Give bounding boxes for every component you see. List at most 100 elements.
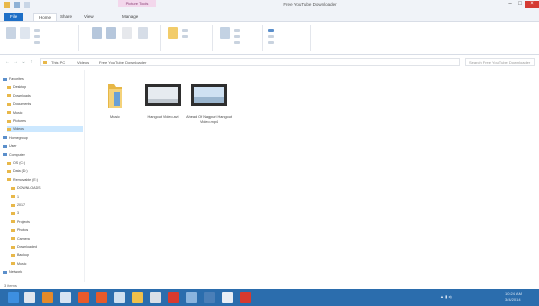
maximize-button[interactable]: □ (515, 1, 525, 8)
nav-item[interactable]: Favorites (3, 76, 83, 82)
group-separator (310, 25, 311, 51)
paste-shortcut-button[interactable] (34, 41, 40, 44)
app-icon[interactable] (42, 292, 53, 303)
nav-item-label: Pictures (13, 119, 26, 123)
nav-item[interactable]: 2017 (11, 202, 83, 208)
cut-button[interactable] (34, 29, 40, 32)
folder-icon (11, 211, 15, 215)
properties-icon[interactable] (14, 2, 20, 8)
ribbon (0, 21, 539, 55)
app-icon[interactable] (132, 292, 143, 303)
copy-path-button[interactable] (34, 35, 40, 38)
nav-item[interactable]: 3 (11, 210, 83, 216)
tab-view[interactable]: View (84, 13, 94, 21)
nav-item-label: Backup (17, 253, 29, 258)
breadcrumb-item[interactable]: This PC (51, 60, 65, 65)
new-folder-button[interactable] (168, 27, 178, 39)
folder-icon (11, 220, 15, 224)
start-icon[interactable] (8, 292, 19, 303)
nav-item-label: User (9, 144, 17, 149)
search-placeholder: Search Free YouTube Downloader (469, 60, 531, 65)
app-icon[interactable] (186, 292, 197, 303)
nav-item[interactable]: Data (D:) (7, 168, 83, 174)
folder-icon (3, 144, 7, 148)
nav-item[interactable]: Camera (11, 236, 83, 242)
nav-item[interactable]: Homegroup (3, 135, 83, 141)
nav-item[interactable]: 1 (11, 194, 83, 200)
nav-item[interactable]: Network (3, 269, 83, 275)
breadcrumb-item[interactable]: Free YouTube Downloader (99, 60, 146, 65)
breadcrumb-item[interactable]: Videos (77, 60, 89, 65)
nav-item[interactable]: Music (11, 261, 83, 267)
nav-item[interactable]: Projects (11, 219, 83, 225)
app-icon[interactable] (168, 292, 179, 303)
search-input[interactable]: Search Free YouTube Downloader (465, 58, 535, 66)
select-all-button[interactable] (268, 29, 274, 32)
app-icon[interactable] (96, 292, 107, 303)
nav-item[interactable]: Removable (E:) (7, 177, 83, 183)
app-icon[interactable] (204, 292, 215, 303)
paste-button[interactable] (20, 27, 30, 39)
nav-item-label: Videos (13, 127, 24, 132)
copy-to-button[interactable] (106, 27, 116, 39)
history-button[interactable] (234, 41, 240, 44)
nav-item[interactable]: User (3, 143, 83, 149)
tab-manage[interactable]: Manage (122, 13, 138, 21)
tab-home[interactable]: Home (33, 13, 58, 21)
address-row: ← → ⌄ ↑ This PC Videos Free YouTube Down… (0, 56, 539, 68)
address-bar[interactable]: This PC Videos Free YouTube Downloader (40, 58, 460, 66)
folder-tile[interactable]: Music (92, 80, 138, 120)
copy-button[interactable] (6, 27, 16, 39)
nav-item[interactable]: Pictures (7, 118, 83, 124)
new-folder-icon[interactable] (24, 2, 30, 8)
nav-item[interactable]: Music (7, 110, 83, 116)
properties-button[interactable] (220, 27, 230, 39)
video-tile[interactable]: Hangout Video.avi (140, 80, 186, 120)
nav-item[interactable]: Downloaded (11, 244, 83, 250)
context-tab-picture-tools[interactable]: Picture Tools (118, 0, 156, 7)
nav-item[interactable]: Photos (11, 227, 83, 233)
nav-item[interactable]: Desktop (7, 84, 83, 90)
nav-item[interactable]: Computer (3, 152, 83, 158)
new-item-button[interactable] (182, 29, 188, 32)
invert-selection-button[interactable] (268, 41, 274, 44)
delete-button[interactable] (122, 27, 132, 39)
close-button[interactable]: × (525, 1, 539, 8)
clock-date[interactable]: 3/4/2014 (505, 297, 521, 302)
folder-icon (7, 102, 11, 106)
select-none-button[interactable] (268, 35, 274, 38)
group-separator (160, 25, 161, 51)
folder-icon (7, 161, 11, 165)
nav-item[interactable]: OS (C:) (7, 160, 83, 166)
back-button[interactable]: ← (4, 59, 11, 65)
file-list: Music Hangout Video.avi Ahead Of Nagpuri… (86, 70, 539, 282)
nav-item[interactable]: DOWNLOADS (11, 185, 83, 191)
ie-icon[interactable] (24, 292, 35, 303)
app-icon[interactable] (240, 292, 251, 303)
edit-button[interactable] (234, 35, 240, 38)
open-button[interactable] (234, 29, 240, 32)
nav-item[interactable]: Downloads (7, 93, 83, 99)
rename-button[interactable] (138, 27, 148, 39)
tab-share[interactable]: Share (60, 13, 72, 21)
explorer-icon[interactable] (60, 292, 71, 303)
easy-access-button[interactable] (182, 35, 188, 38)
app-icon[interactable] (78, 292, 89, 303)
up-button[interactable]: ↑ (28, 59, 35, 65)
nav-item-label: Projects (17, 219, 30, 224)
nav-item[interactable]: Backup (11, 252, 83, 258)
forward-button[interactable]: → (12, 59, 19, 65)
video-tile[interactable]: Ahead Of Nagpuri Hangout Video.mp4 (186, 80, 232, 124)
clock-time[interactable]: 10:24 AM (505, 291, 522, 296)
nav-item[interactable]: Videos (7, 126, 83, 133)
tray-icons[interactable]: ▲ ▮ ◂) (440, 294, 452, 299)
app-icon[interactable] (114, 292, 125, 303)
app-icon[interactable] (150, 292, 161, 303)
app-icon[interactable] (222, 292, 233, 303)
move-to-button[interactable] (92, 27, 102, 39)
tab-file[interactable]: File (4, 13, 24, 21)
nav-item[interactable]: Documents (7, 101, 83, 107)
recent-locations-button[interactable]: ⌄ (20, 59, 27, 65)
minimize-button[interactable]: – (505, 1, 515, 8)
nav-item-label: 3 (17, 211, 19, 216)
